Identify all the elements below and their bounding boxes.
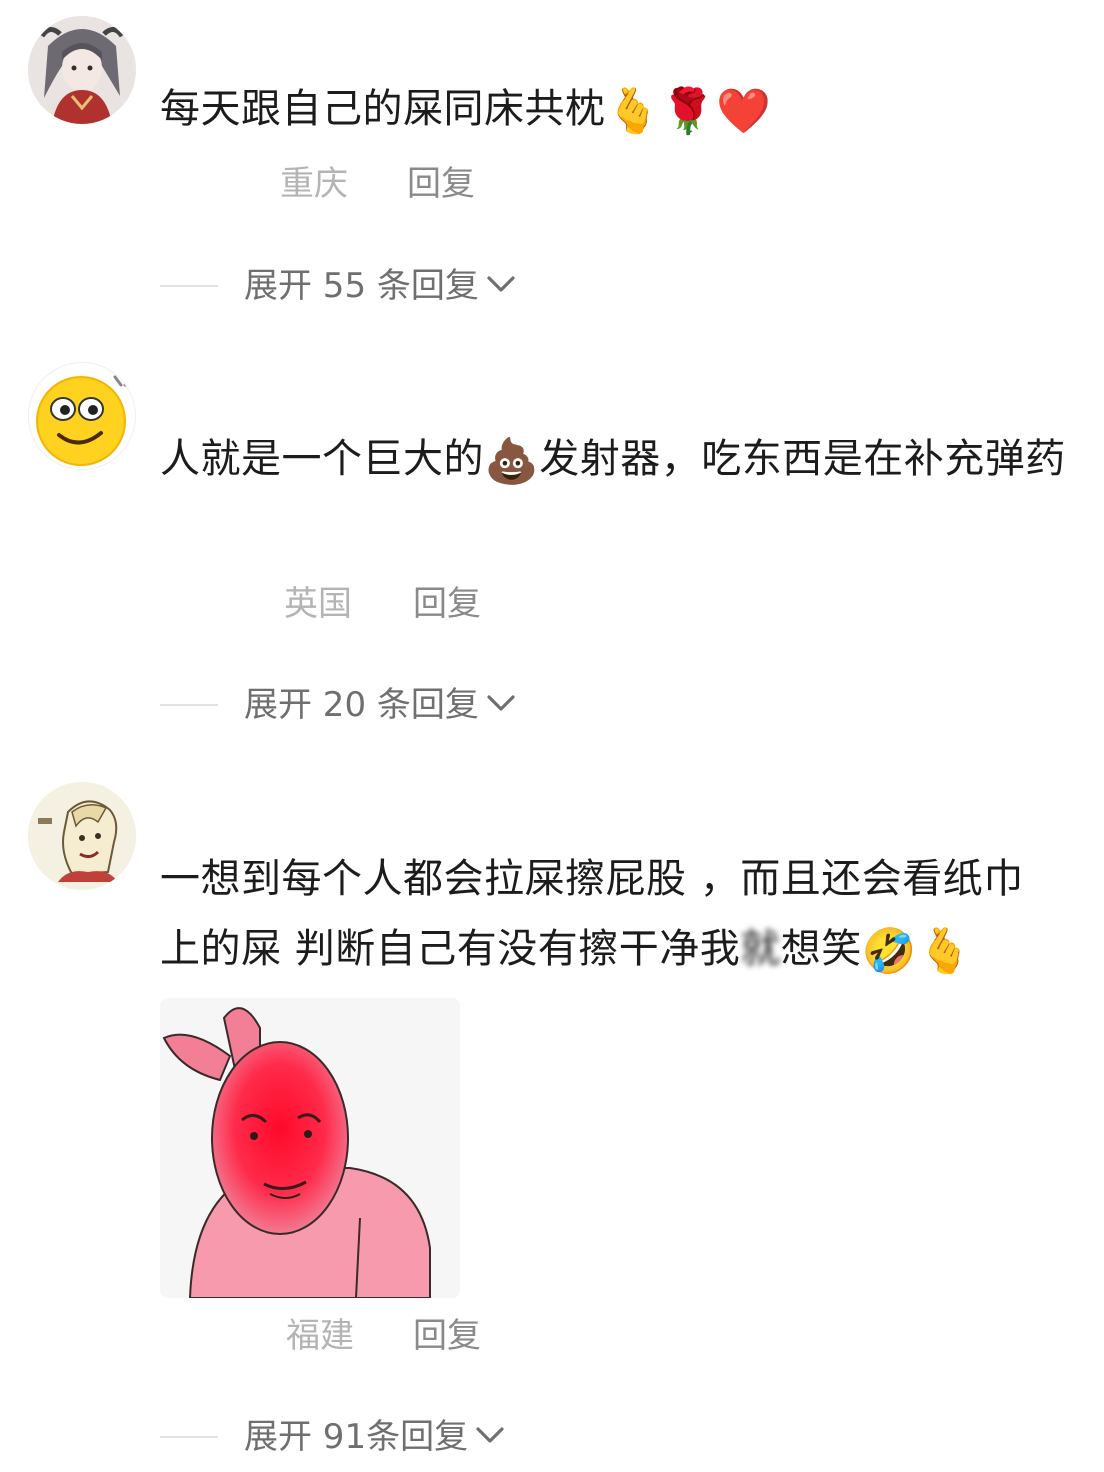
finger-heart-emoji: 🫰	[917, 926, 973, 977]
chevron-down-icon	[485, 273, 517, 299]
reply-button[interactable]: 回复	[407, 164, 475, 204]
comment-text: 人就是一个巨大的💩发射器，吃东西是在补充弹药	[160, 424, 1090, 497]
divider	[160, 1436, 218, 1438]
comment-text-line-2a: 上的屎 判断自己有没有擦干净我	[160, 926, 741, 972]
divider	[160, 285, 218, 287]
rolling-laughing-emoji: 🤣	[861, 926, 918, 977]
expand-replies-button[interactable]: 展开 20 条回复	[160, 685, 517, 725]
comment-text: 每天跟自己的屎同床共枕🫰🌹❤️	[160, 74, 1090, 147]
finger-heart-emoji: 🫰	[605, 86, 661, 137]
sticker-image[interactable]	[160, 998, 460, 1298]
avatar[interactable]	[28, 782, 136, 890]
comment-text-line-2: 上的屎 判断自己有没有擦干净我就想笑🤣🫰	[160, 914, 1090, 987]
comment-location: 重庆	[280, 164, 348, 204]
rose-emoji: 🌹	[660, 86, 717, 137]
poop-emoji: 💩	[484, 436, 540, 487]
expand-replies-label: 展开 91条回复	[244, 1417, 469, 1457]
avatar[interactable]	[28, 362, 136, 470]
comment-text-content-2: 发射器，吃东西是在补充弹药	[539, 436, 1066, 482]
chevron-down-icon	[474, 1424, 506, 1450]
comment-location: 福建	[286, 1316, 354, 1356]
reply-button[interactable]: 回复	[413, 584, 481, 624]
comment-text: 一想到每个人都会拉屎擦屁股 ，而且还会看纸巾 上的屎 判断自己有没有擦干净我就想…	[160, 844, 1090, 987]
chevron-down-icon	[485, 692, 517, 718]
comment-text-content: 人就是一个巨大的	[160, 436, 484, 482]
comment-text-line-1: 一想到每个人都会拉屎擦屁股 ，而且还会看纸巾	[160, 856, 1024, 902]
red-heart-emoji: ❤️	[716, 86, 772, 137]
expand-replies-label: 展开 20 条回复	[244, 685, 479, 725]
comment-text-line-2b: 想笑	[780, 926, 862, 972]
expand-replies-button[interactable]: 展开 91条回复	[160, 1417, 506, 1457]
expand-replies-label: 展开 55 条回复	[244, 266, 479, 306]
comment-location: 英国	[284, 584, 352, 624]
divider	[160, 704, 218, 706]
expand-replies-button[interactable]: 展开 55 条回复	[160, 266, 517, 306]
blurred-text: 就	[740, 926, 781, 972]
avatar[interactable]	[28, 16, 136, 124]
comment-text-content: 每天跟自己的屎同床共枕	[160, 86, 606, 132]
reply-button[interactable]: 回复	[413, 1316, 481, 1356]
